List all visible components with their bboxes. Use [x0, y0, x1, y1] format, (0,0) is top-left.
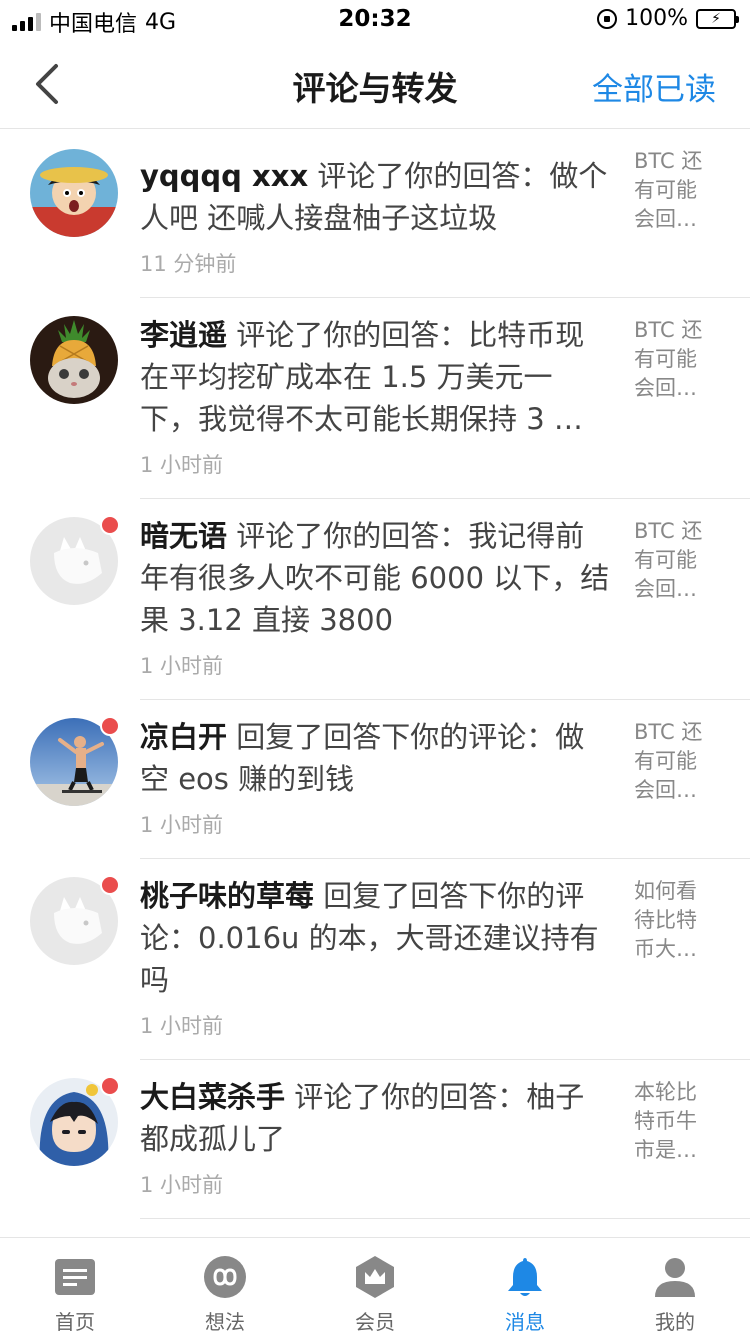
notification-action: 回复了回答下你的评论：	[236, 720, 556, 754]
unread-dot	[100, 1076, 120, 1096]
one-piece-avatar-icon	[30, 149, 118, 237]
source-question[interactable]: BTC 还有可能会回…	[634, 718, 710, 805]
nav-bar: 评论与转发 全部已读	[0, 40, 750, 129]
source-question[interactable]: BTC 还有可能会回…	[634, 147, 710, 234]
tab-ideas[interactable]: 想法	[150, 1238, 300, 1335]
user-name[interactable]: 李逍遥	[140, 318, 227, 352]
tab-label: 想法	[205, 1310, 245, 1334]
unread-dot	[100, 875, 120, 895]
notification-item[interactable]: 李逍遥 评论了你的回答：比特币现在平均挖矿成本在 1.5 万美元一下，我觉得不太…	[30, 298, 750, 499]
notification-list[interactable]: yqqqq xxx 评论了你的回答：做个人吧 还喊人接盘柚子这垃圾 11 分钟前…	[0, 129, 750, 1237]
notification-content: 暗无语 评论了你的回答：我记得前年有很多人吹不可能 6000 以下，结果 3.1…	[140, 515, 610, 641]
status-bar-right: 100% ⚡	[597, 6, 739, 31]
rotation-lock-icon	[597, 8, 618, 29]
idea-icon	[204, 1256, 246, 1298]
notification-content: 李逍遥 评论了你的回答：比特币现在平均挖矿成本在 1.5 万美元一下，我觉得不太…	[140, 314, 610, 440]
tab-label: 消息	[505, 1310, 545, 1334]
source-question[interactable]: 本轮比特币牛市是…	[634, 1078, 710, 1165]
notification-action: 评论了你的回答：	[236, 519, 469, 553]
tab-label: 我的	[655, 1310, 695, 1334]
notification-item[interactable]: 暗无语 评论了你的回答：我记得前年有很多人吹不可能 6000 以下，结果 3.1…	[30, 499, 750, 700]
unread-dot	[100, 515, 120, 535]
tab-vip[interactable]: 会员	[300, 1238, 450, 1335]
source-question[interactable]: BTC 还有可能会回…	[634, 517, 710, 604]
timestamp: 11 分钟前	[140, 252, 237, 276]
bell-icon	[508, 1258, 542, 1296]
tab-home[interactable]: 首页	[0, 1238, 150, 1335]
notification-item[interactable]: yqqqq xxx 评论了你的回答：做个人吧 还喊人接盘柚子这垃圾 11 分钟前…	[30, 129, 750, 298]
notification-content: yqqqq xxx 评论了你的回答：做个人吧 还喊人接盘柚子这垃圾	[140, 155, 610, 239]
unread-dot	[100, 716, 120, 736]
battery-percent: 100%	[625, 6, 688, 31]
home-icon	[55, 1259, 95, 1295]
user-name[interactable]: 凉白开	[140, 720, 227, 754]
notification-item[interactable]: 桃子味的草莓 回复了回答下你的评论：0.016u 的本，大哥还建议持有吗 1 小…	[30, 859, 750, 1060]
source-question[interactable]: BTC 还有可能会回…	[634, 316, 710, 403]
notification-action: 评论了你的回答：	[317, 159, 550, 193]
vip-icon	[356, 1256, 394, 1298]
tab-messages[interactable]: 消息	[450, 1238, 600, 1335]
timestamp: 1 小时前	[140, 453, 224, 477]
user-name[interactable]: 大白菜杀手	[140, 1080, 285, 1114]
user-name[interactable]: 桃子味的草莓	[140, 879, 314, 913]
battery-icon: ⚡	[696, 8, 739, 29]
notification-item[interactable]: 凉白开 回复了回答下你的评论：做空 eos 赚的到钱 1 小时前 BTC 还有可…	[30, 700, 750, 859]
timestamp: 1 小时前	[140, 1173, 224, 1197]
notification-content: 凉白开 回复了回答下你的评论：做空 eos 赚的到钱	[140, 716, 610, 800]
status-bar: 中国电信 4G 20:32 100% ⚡	[0, 0, 750, 40]
comment-text: 0.016u 的本，大哥还建议持有吗	[140, 921, 599, 997]
notification-item[interactable]: 大白菜杀手 评论了你的回答：柚子都成孤儿了 1 小时前 本轮比特币牛市是…	[30, 1060, 750, 1219]
notification-action: 评论了你的回答：	[236, 318, 469, 352]
pineapple-cat-avatar-icon	[30, 316, 118, 404]
source-question[interactable]: 如何看待比特币大…	[634, 877, 710, 964]
avatar[interactable]	[30, 316, 118, 404]
notification-content: 桃子味的草莓 回复了回答下你的评论：0.016u 的本，大哥还建议持有吗	[140, 875, 610, 1001]
timestamp: 1 小时前	[140, 813, 224, 837]
timestamp: 1 小时前	[140, 1014, 224, 1038]
user-name[interactable]: 暗无语	[140, 519, 227, 553]
tab-bar: 首页 想法 会员 消息 我的	[0, 1237, 750, 1335]
mark-all-read-button[interactable]: 全部已读	[592, 64, 716, 109]
tab-profile[interactable]: 我的	[600, 1238, 750, 1335]
timestamp: 1 小时前	[140, 654, 224, 678]
notification-action: 评论了你的回答：	[294, 1080, 527, 1114]
tab-label: 首页	[55, 1310, 95, 1334]
user-name[interactable]: yqqqq xxx	[140, 159, 308, 193]
profile-icon	[655, 1258, 695, 1297]
avatar[interactable]	[30, 149, 118, 237]
tab-label: 会员	[355, 1310, 395, 1334]
notification-content: 大白菜杀手 评论了你的回答：柚子都成孤儿了	[140, 1076, 610, 1160]
